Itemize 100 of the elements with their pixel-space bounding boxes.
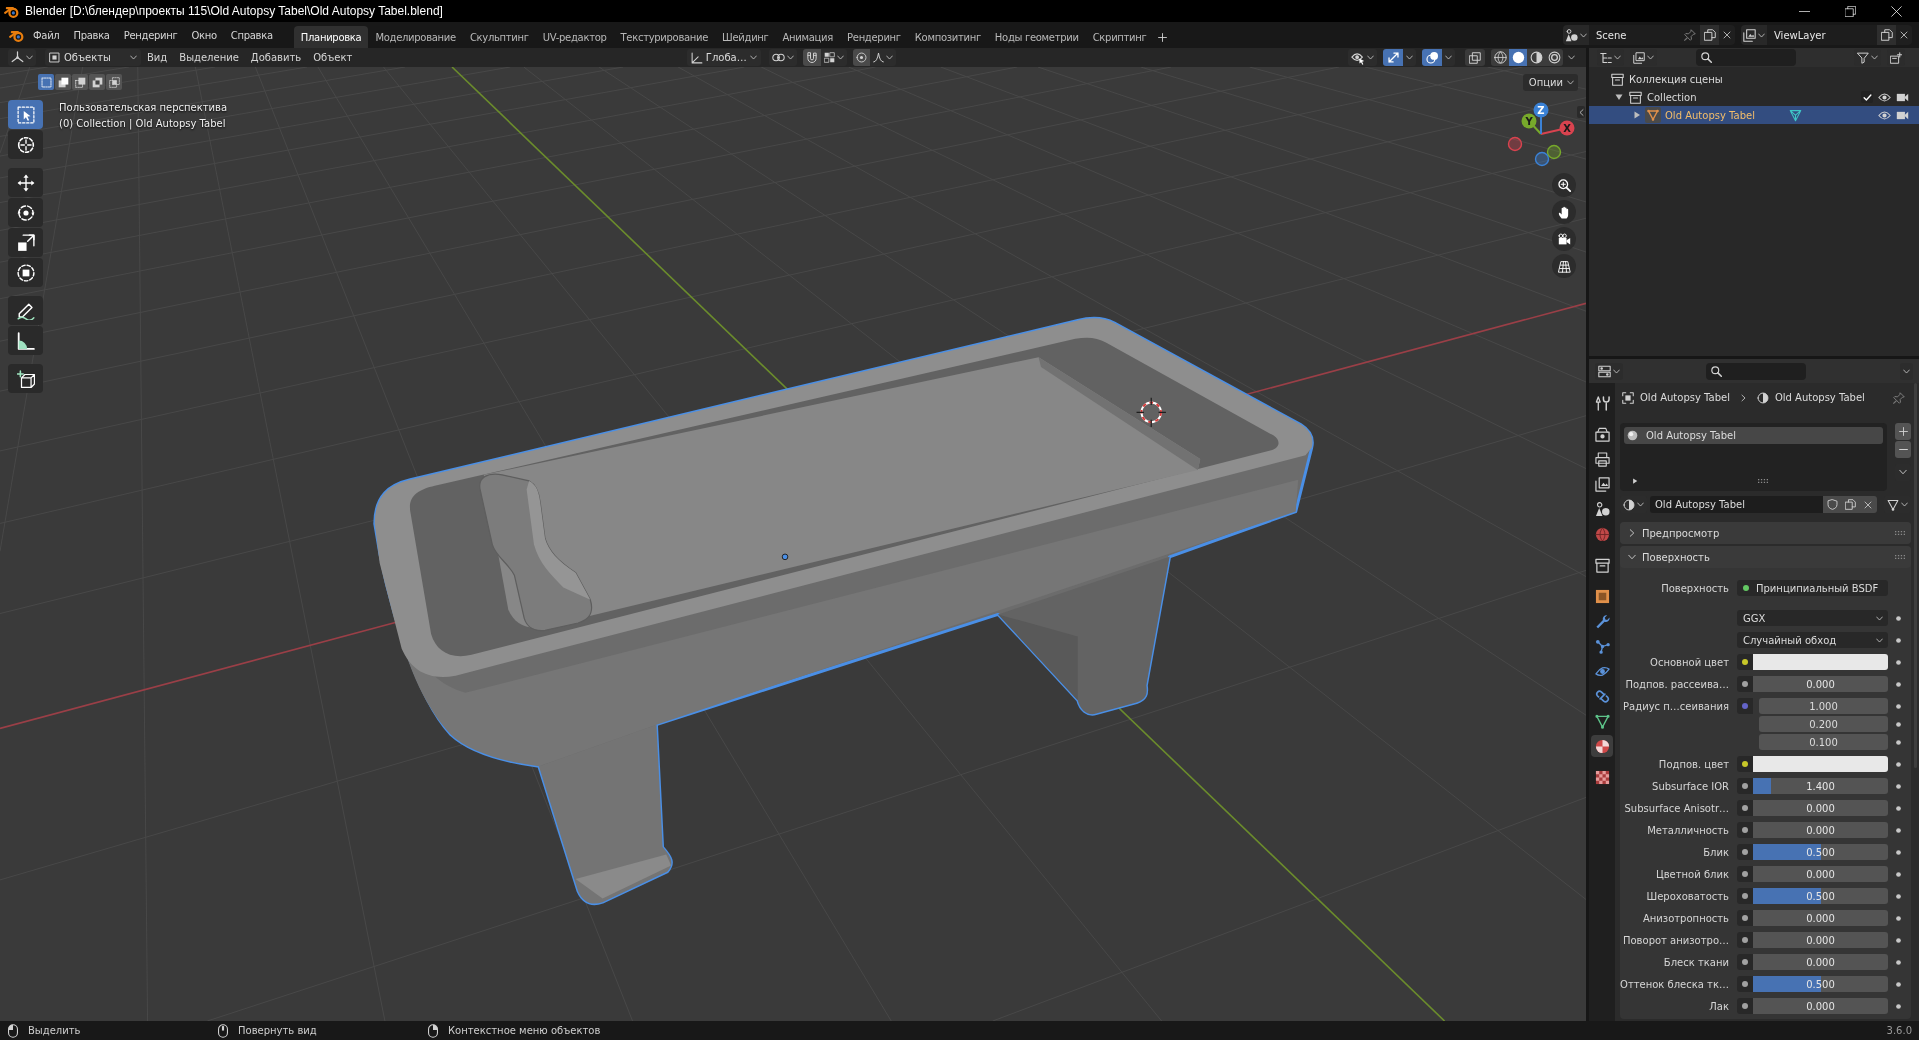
socket-button[interactable] bbox=[1737, 844, 1753, 860]
workspace-tab[interactable]: Шейдинг bbox=[715, 26, 776, 48]
workspace-tab[interactable]: Скульптинг bbox=[462, 26, 536, 48]
editor-type-button[interactable] bbox=[8, 49, 36, 66]
socket-button[interactable] bbox=[1737, 676, 1753, 692]
proportional-toggle[interactable] bbox=[852, 49, 870, 66]
number-field[interactable]: 0.000 bbox=[1753, 800, 1888, 816]
pin-icon[interactable] bbox=[1684, 29, 1696, 41]
socket-button[interactable] bbox=[1737, 888, 1753, 904]
workspace-tab[interactable]: UV-редактор bbox=[535, 26, 614, 48]
tool-button[interactable] bbox=[8, 228, 43, 257]
shading-mode-button[interactable] bbox=[1491, 49, 1509, 66]
tool-button[interactable] bbox=[8, 364, 43, 393]
workspace-tab[interactable]: Композитинг bbox=[907, 26, 988, 48]
select-mode-button[interactable] bbox=[72, 74, 88, 90]
add-slot-button[interactable] bbox=[1895, 422, 1911, 440]
orientation-dropdown[interactable]: Глоба… bbox=[686, 49, 761, 66]
new-scene-button[interactable] bbox=[1700, 25, 1719, 45]
socket-button[interactable] bbox=[1737, 654, 1753, 670]
number-field[interactable]: 0.100 bbox=[1759, 734, 1888, 750]
pivot-dropdown[interactable] bbox=[768, 49, 797, 66]
unlink-material-button[interactable] bbox=[1859, 496, 1877, 513]
visibility-dropdown[interactable] bbox=[1348, 49, 1377, 66]
menu-item[interactable]: Выделение bbox=[173, 49, 245, 66]
table-model[interactable] bbox=[373, 316, 1314, 906]
camera-view-button[interactable] bbox=[1552, 227, 1576, 251]
delete-view-layer-button[interactable] bbox=[1896, 25, 1912, 45]
number-field[interactable]: 0.000 bbox=[1753, 822, 1888, 838]
menu-item[interactable]: Объект bbox=[307, 49, 359, 66]
tool-button[interactable] bbox=[8, 258, 43, 287]
select-mode-button[interactable] bbox=[55, 74, 71, 90]
view-layer-name-field[interactable]: ViewLayer bbox=[1767, 25, 1877, 45]
number-field[interactable]: 0.000 bbox=[1753, 932, 1888, 948]
pin-icon[interactable] bbox=[1893, 391, 1905, 404]
value-slider[interactable]: 1.400 bbox=[1753, 778, 1888, 794]
mode-dropdown[interactable]: Объекты bbox=[45, 49, 141, 66]
properties-tab[interactable] bbox=[1591, 735, 1613, 757]
tool-button[interactable] bbox=[8, 130, 43, 159]
dropdown[interactable]: Случайный обход bbox=[1737, 632, 1888, 648]
projection-toggle-button[interactable] bbox=[1552, 254, 1576, 278]
number-field[interactable]: 0.000 bbox=[1753, 954, 1888, 970]
tool-button[interactable] bbox=[8, 326, 43, 355]
options-dropdown[interactable] bbox=[1900, 362, 1913, 380]
menu-item[interactable]: Вид bbox=[141, 49, 174, 66]
number-field[interactable]: 0.200 bbox=[1759, 716, 1888, 732]
menu-item[interactable]: Правка bbox=[66, 25, 117, 45]
socket-button[interactable] bbox=[1737, 932, 1753, 948]
panel-header[interactable]: Поверхность bbox=[1620, 546, 1911, 568]
number-field[interactable]: 0.000 bbox=[1753, 910, 1888, 926]
workspace-tab[interactable]: Ноды геометрии bbox=[987, 26, 1086, 48]
shading-mode-button[interactable] bbox=[1509, 49, 1527, 66]
gizmo-dropdown[interactable] bbox=[1403, 49, 1416, 66]
socket-button[interactable] bbox=[1737, 976, 1753, 992]
socket-button[interactable] bbox=[1737, 800, 1753, 816]
xray-toggle[interactable] bbox=[1465, 49, 1485, 66]
scene-browse-button[interactable] bbox=[1563, 25, 1589, 45]
tool-button[interactable] bbox=[8, 168, 43, 197]
search-field[interactable] bbox=[1706, 362, 1806, 380]
number-field[interactable]: 0.000 bbox=[1753, 998, 1888, 1014]
gizmo-toggle[interactable] bbox=[1383, 49, 1403, 66]
workspace-tab[interactable]: Рендеринг bbox=[840, 26, 908, 48]
menu-item[interactable]: Рендеринг bbox=[116, 25, 185, 45]
number-field[interactable]: 0.000 bbox=[1753, 676, 1888, 692]
material-name-field[interactable]: Old Autopsy Tabel bbox=[1650, 496, 1823, 513]
overlay-dropdown[interactable] bbox=[1442, 49, 1455, 66]
falloff-dropdown[interactable] bbox=[869, 49, 896, 66]
select-mode-button[interactable] bbox=[89, 74, 105, 90]
navigation-gizmo[interactable]: X Y Z bbox=[1506, 96, 1578, 168]
socket-button[interactable] bbox=[1737, 866, 1753, 882]
disclosure-triangle-icon[interactable] bbox=[1633, 111, 1641, 119]
outliner-item[interactable]: Коллекция сцены bbox=[1589, 70, 1919, 88]
shading-mode-button[interactable] bbox=[1527, 49, 1545, 66]
socket-button[interactable] bbox=[1737, 822, 1753, 838]
socket-button[interactable] bbox=[1737, 756, 1753, 772]
panel-header[interactable]: Предпросмотр bbox=[1620, 522, 1911, 544]
color-field[interactable] bbox=[1753, 654, 1888, 670]
view-layer-browse-button[interactable] bbox=[1741, 25, 1767, 45]
menu-item[interactable]: Справка bbox=[223, 25, 280, 45]
number-field[interactable]: 0.000 bbox=[1753, 866, 1888, 882]
dropdown[interactable]: GGX bbox=[1737, 610, 1888, 626]
material-slot[interactable]: Old Autopsy Tabel bbox=[1624, 426, 1883, 444]
3d-viewport[interactable]: Пользовательская перспектива (0) Collection | Old Autopsy Tabel Опции X Y Z bbox=[0, 67, 1586, 1021]
menu-item[interactable]: Окно bbox=[184, 25, 224, 45]
workspace-tab[interactable]: Моделирование bbox=[368, 26, 463, 48]
options-dropdown[interactable]: Опции bbox=[1522, 74, 1578, 91]
tool-button[interactable] bbox=[8, 198, 43, 227]
workspace-tab[interactable]: Анимация bbox=[775, 26, 841, 48]
shader-field[interactable]: Принципиальный BSDF bbox=[1737, 580, 1888, 596]
socket-button[interactable] bbox=[1737, 910, 1753, 926]
tool-button[interactable] bbox=[8, 296, 43, 325]
overlay-toggle[interactable] bbox=[1422, 49, 1442, 66]
delete-scene-button[interactable] bbox=[1719, 25, 1735, 45]
new-view-layer-button[interactable] bbox=[1877, 25, 1896, 45]
menu-item[interactable]: Файл bbox=[26, 25, 67, 45]
workspace-tab[interactable]: Текстурирование bbox=[613, 26, 716, 48]
shading-mode-button[interactable] bbox=[1545, 49, 1563, 66]
new-collection-button[interactable] bbox=[1887, 49, 1905, 66]
disclosure-triangle-icon[interactable] bbox=[1615, 93, 1623, 101]
menu-item[interactable]: Добавить bbox=[244, 49, 308, 66]
zoom-button[interactable] bbox=[1552, 173, 1576, 197]
